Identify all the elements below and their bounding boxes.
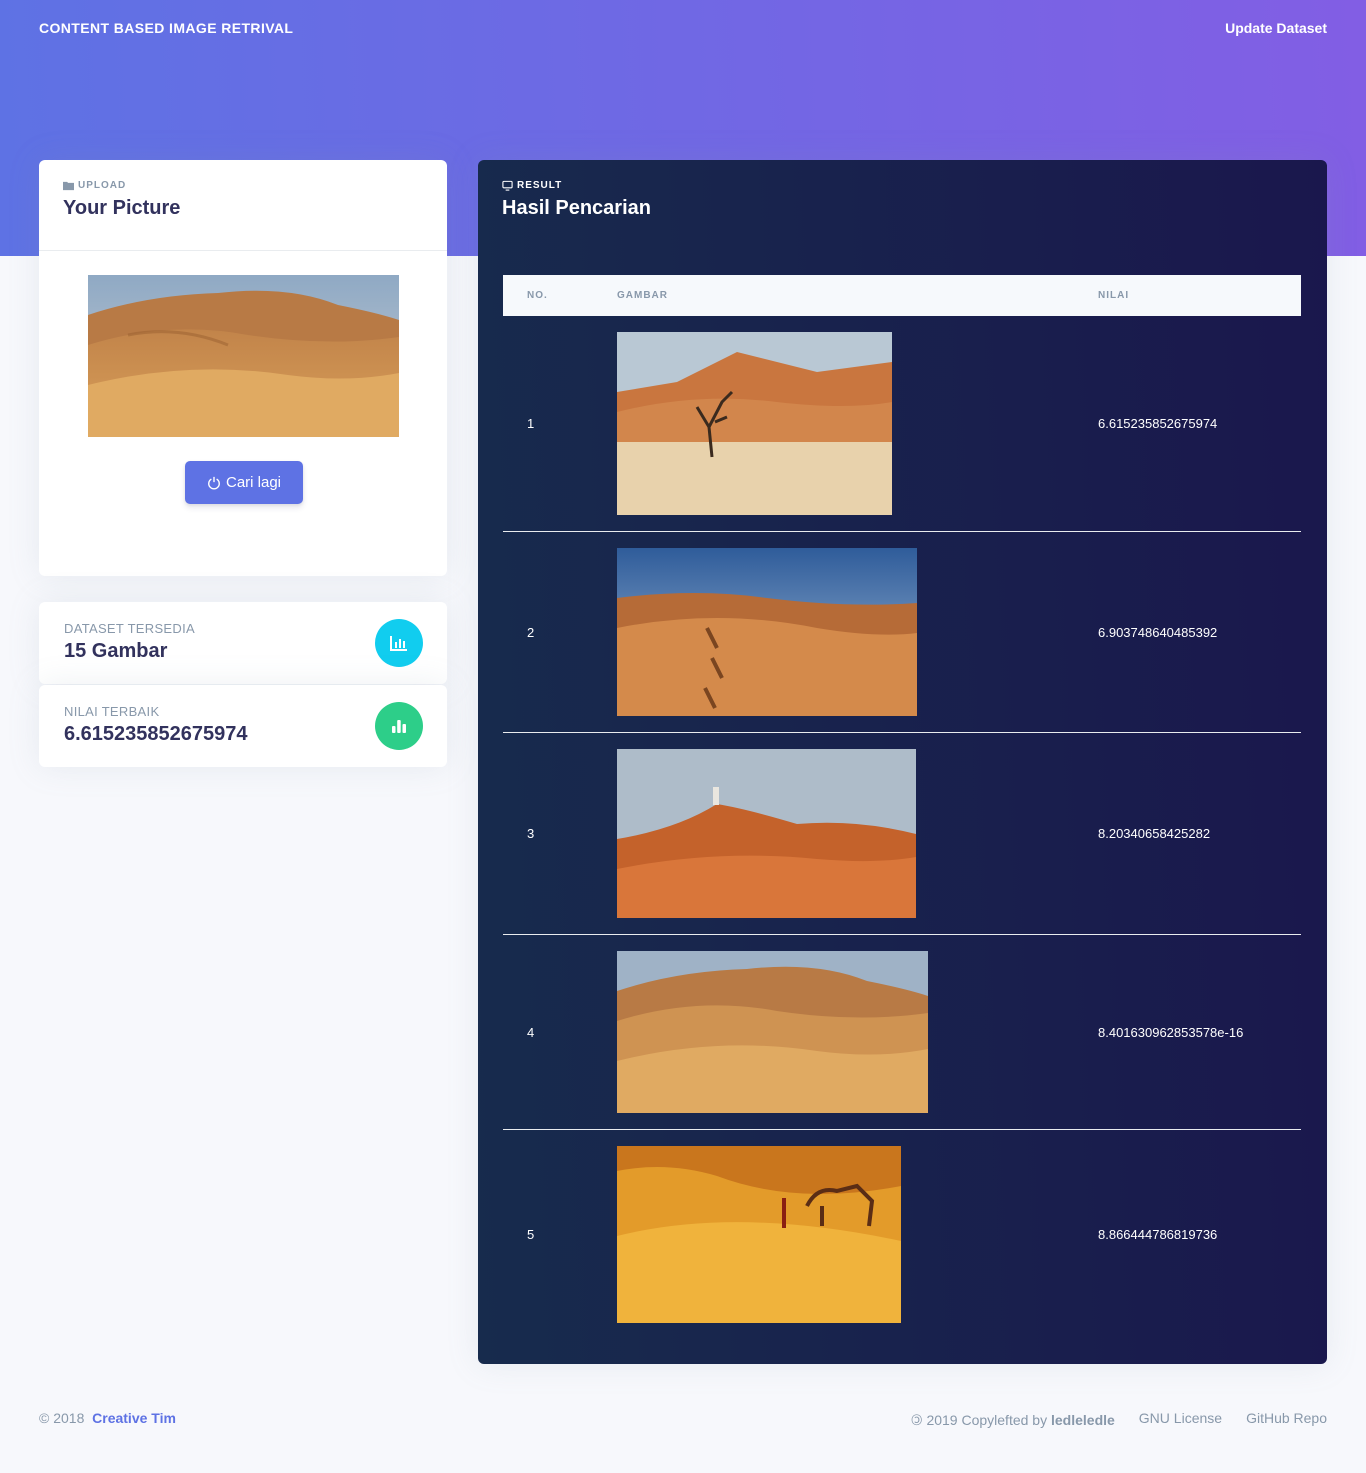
row-image-cell (617, 732, 1074, 935)
copyright-year: © 2018 (39, 1410, 85, 1426)
table-header-row: No. Gambar Nilai (503, 275, 1301, 316)
power-icon (208, 476, 220, 489)
table-row: 2 6.903748640485392 (503, 531, 1301, 733)
column-header-gambar: Gambar (617, 290, 668, 301)
column-header-no: No. (527, 290, 548, 301)
search-again-label: Cari lagi (225, 474, 282, 491)
bar-chart-icon (392, 720, 406, 733)
result-card-title: Hasil Pencarian (502, 197, 651, 219)
result-eyebrow: Result (502, 180, 1303, 191)
row-number: 1 (503, 316, 617, 532)
result-image[interactable] (617, 1146, 901, 1323)
monitor-icon (502, 180, 513, 191)
stat-value: 6.615235852675974 (64, 723, 248, 745)
result-image[interactable] (617, 548, 917, 716)
result-image[interactable] (617, 951, 928, 1113)
stat-value: 15 Gambar (64, 640, 168, 662)
row-number: 4 (503, 934, 617, 1130)
table-row: 3 8.20340658425282 (503, 732, 1301, 935)
upload-card-header: Upload Your Picture (39, 160, 447, 251)
stat-card-best-score: Nilai Terbaik 6.615235852675974 (39, 685, 447, 767)
upload-eyebrow-label: Upload (78, 180, 127, 191)
row-image-cell (617, 934, 1074, 1130)
row-score: 8.866444786819736 (1098, 1227, 1218, 1242)
copyleft-author[interactable]: ledleledle (1051, 1412, 1115, 1428)
result-image[interactable] (617, 332, 892, 515)
upload-card-title: Your Picture (63, 197, 181, 219)
row-score: 8.20340658425282 (1074, 732, 1301, 935)
table-row: 5 8.866444786819736 (503, 1130, 1301, 1340)
row-number: 5 (527, 1227, 535, 1242)
table-row: 4 8.401630962853578e-16 (503, 934, 1301, 1130)
upload-card: Upload Your Picture Cari lagi (39, 160, 447, 576)
row-image-cell (617, 531, 1074, 733)
chart-bar-icon (390, 636, 407, 651)
column-header-nilai: Nilai (1098, 290, 1130, 301)
stat-label: Dataset Tersedia (64, 621, 195, 636)
upload-eyebrow: Upload (63, 180, 423, 191)
row-score: 6.615235852675974 (1074, 316, 1301, 532)
row-score: 6.903748640485392 (1074, 531, 1301, 733)
result-eyebrow-label: Result (517, 180, 563, 191)
search-again-button[interactable]: Cari lagi (185, 461, 303, 504)
copyleft-notice: 🄯 2019 Copylefted by ledleledle (911, 1410, 1115, 1430)
github-repo-link[interactable]: GitHub Repo (1246, 1410, 1327, 1430)
result-card: Result Hasil Pencarian No. Gambar Nilai … (478, 160, 1327, 1364)
footer-links: 🄯 2019 Copylefted by ledleledle GNU Lice… (911, 1410, 1327, 1430)
result-table: No. Gambar Nilai 1 6.615235852675974 (503, 275, 1301, 1339)
gnu-license-link[interactable]: GNU License (1139, 1410, 1222, 1430)
update-dataset-link[interactable]: Update Dataset (1225, 20, 1327, 36)
row-score: 8.401630962853578e-16 (1074, 934, 1301, 1130)
stat-label: Nilai Terbaik (64, 704, 160, 719)
stat-icon-circle (375, 619, 423, 667)
row-number: 3 (503, 732, 617, 935)
copyleft-prefix: 🄯 2019 Copylefted by (910, 1412, 1048, 1428)
stat-card-dataset: Dataset Tersedia 15 Gambar (39, 602, 447, 684)
result-card-header: Result Hasil Pencarian (478, 160, 1327, 251)
row-image-cell (617, 1130, 1074, 1340)
uploaded-image (88, 275, 399, 437)
creative-tim-link[interactable]: Creative Tim (92, 1410, 176, 1426)
result-image[interactable] (617, 749, 916, 918)
row-image-cell (617, 316, 1074, 532)
table-row: 1 6.615235852675974 (503, 316, 1301, 532)
row-number: 2 (503, 531, 617, 733)
footer-copyright: © 2018 Creative Tim (39, 1410, 176, 1426)
brand-title[interactable]: CONTENT BASED IMAGE RETRIVAL (39, 20, 293, 36)
stat-icon-circle (375, 702, 423, 750)
folder-icon (63, 181, 74, 191)
